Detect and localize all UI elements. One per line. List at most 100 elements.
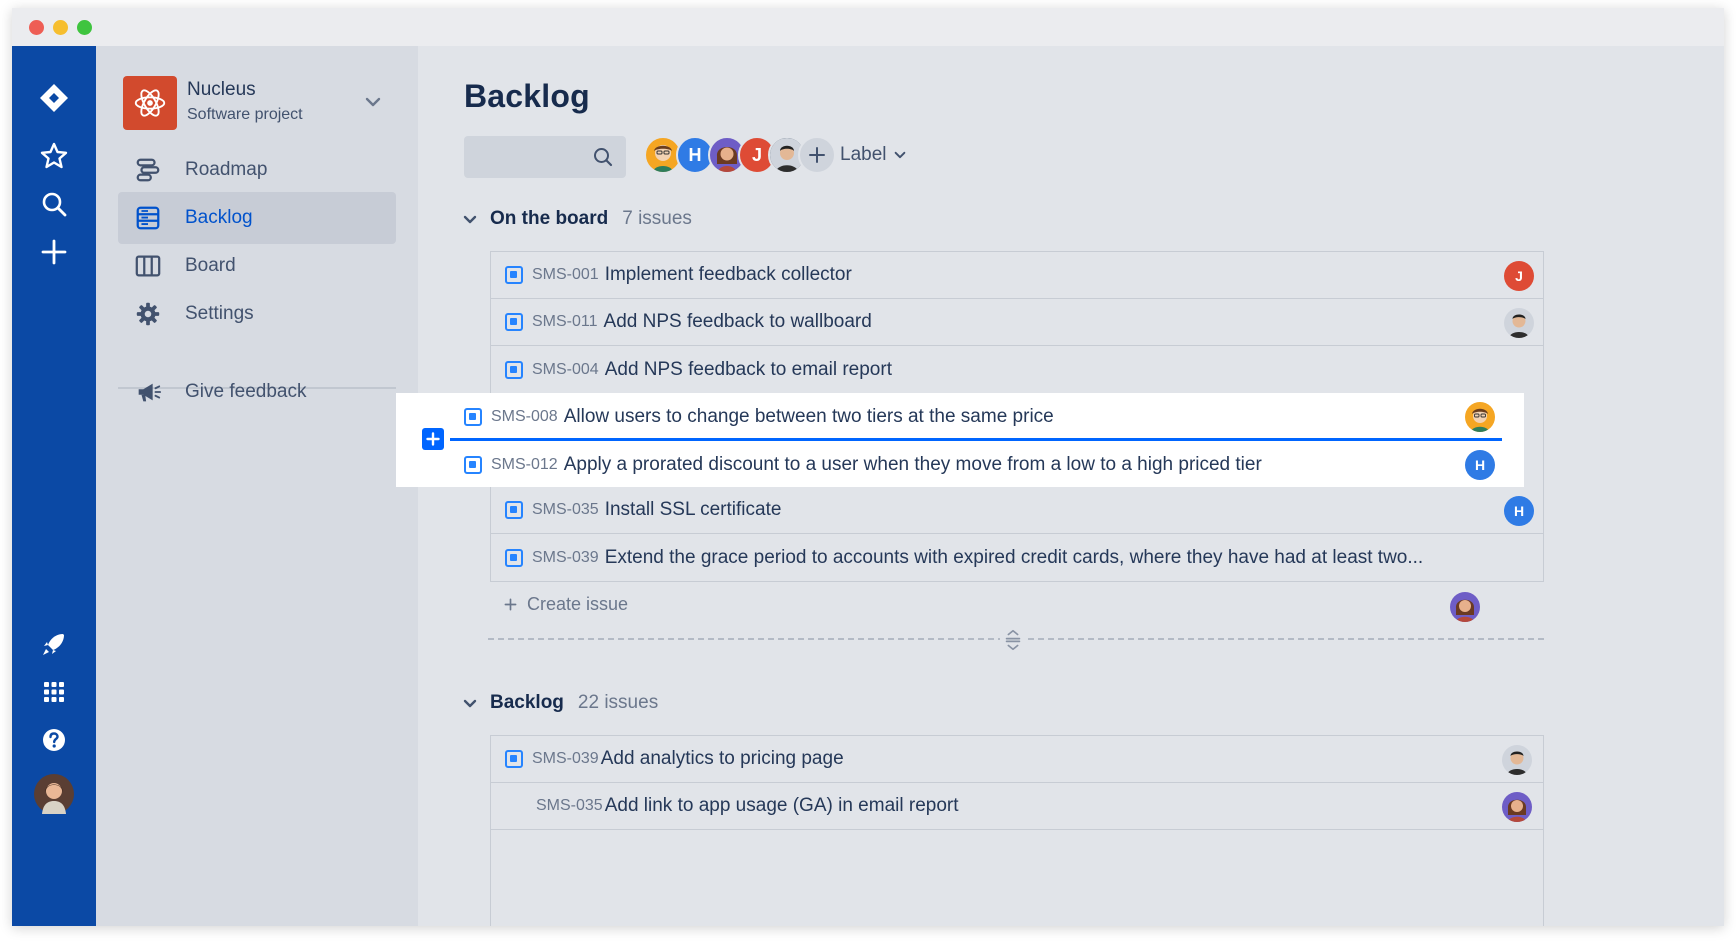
plus-icon [426, 432, 440, 446]
app-switcher-icon[interactable] [34, 672, 74, 712]
megaphone-icon [133, 377, 163, 407]
help-icon[interactable] [34, 720, 74, 760]
issue-row[interactable]: SMS-004 Add NPS feedback to email report [491, 346, 1543, 393]
window-titlebar [12, 8, 1724, 46]
assignee-avatar[interactable] [1502, 792, 1532, 822]
story-type-icon [505, 501, 523, 519]
issue-count: 7 issues [622, 208, 692, 229]
story-type-icon [505, 360, 523, 379]
issue-summary: Add analytics to pricing page [600, 748, 844, 769]
create-issue-label: Create issue [527, 594, 629, 614]
section-header-backlog[interactable]: Backlog 22 issues [460, 692, 658, 714]
user-avatar[interactable] [34, 774, 74, 814]
issue-key[interactable]: SMS-035 [532, 501, 599, 519]
chevron-down-icon[interactable] [460, 209, 480, 229]
assignee-avatar[interactable]: J [1504, 261, 1534, 291]
on-the-board-issue-list-continued: SMS-035 Install SSL certificate H SMS-03… [490, 487, 1544, 582]
sidebar-item-roadmap[interactable]: Roadmap [118, 144, 396, 196]
board-icon [133, 251, 163, 281]
chevron-down-icon[interactable] [361, 90, 385, 114]
issue-summary: Add NPS feedback to email report [604, 358, 892, 380]
section-title: On the board [490, 208, 609, 229]
roadmap-icon [133, 155, 163, 185]
issue-row[interactable]: SMS-035 Install SSL certificate H [491, 487, 1543, 534]
issue-count: 22 issues [577, 692, 659, 713]
rocket-icon[interactable] [34, 624, 74, 664]
project-sidebar: Nucleus Software project Roadmap Backlog [96, 46, 418, 926]
section-title: Backlog [490, 692, 564, 713]
backlog-icon [133, 203, 163, 233]
project-type: Software project [187, 106, 303, 123]
main-content: Backlog H J Label On the board 7 issues … [396, 46, 1724, 926]
label-filter-text: Label [840, 144, 887, 165]
sidebar-item-label: Give feedback [185, 381, 307, 402]
story-type-icon [464, 407, 482, 426]
backlog-issue-list: SMS-039 Add analytics to pricing page SM… [490, 735, 1544, 926]
issue-key[interactable]: SMS-011 [532, 313, 598, 331]
issue-key[interactable]: SMS-039 [532, 549, 599, 567]
search-input[interactable] [464, 136, 584, 178]
issue-key[interactable]: SMS-001 [532, 266, 599, 284]
maximize-window-button[interactable] [77, 20, 92, 35]
page-title: Backlog [464, 78, 590, 114]
issue-summary: Apply a prorated discount to a user when… [563, 453, 1262, 475]
assignee-avatar[interactable]: H [1504, 496, 1534, 526]
section-header-on-the-board[interactable]: On the board 7 issues [460, 208, 692, 230]
issue-row[interactable]: SMS-039 Add analytics to pricing page [491, 736, 1543, 783]
assignee-avatar[interactable] [1502, 745, 1532, 775]
gear-icon [133, 299, 163, 329]
assignee-avatar[interactable] [1504, 308, 1534, 338]
create-issue-assignee-avatar[interactable] [1450, 592, 1480, 622]
project-atom-icon [123, 76, 177, 130]
story-type-icon [505, 313, 523, 331]
issue-key[interactable]: SMS-004 [532, 361, 599, 379]
close-window-button[interactable] [29, 20, 44, 35]
star-icon[interactable] [34, 136, 74, 176]
add-people-button[interactable] [798, 136, 836, 174]
issue-key[interactable]: SMS-008 [491, 408, 558, 426]
search-field[interactable] [464, 136, 626, 178]
assignee-avatar[interactable] [1465, 402, 1495, 432]
resize-grip-icon[interactable] [1000, 626, 1026, 654]
issue-summary: Extend the grace period to accounts with… [604, 546, 1424, 568]
chevron-down-icon[interactable] [460, 693, 480, 713]
give-feedback-link[interactable]: Give feedback [118, 366, 396, 418]
issue-key[interactable]: SMS-012 [491, 456, 558, 474]
issue-key[interactable]: SMS-039 [532, 750, 599, 768]
create-issue-button[interactable]: Create issue [504, 594, 628, 615]
insert-issue-button[interactable] [422, 428, 444, 450]
issue-row[interactable]: SMS-012 Apply a prorated discount to a u… [450, 441, 1504, 488]
sidebar-item-settings[interactable]: Settings [118, 288, 396, 340]
plus-icon [504, 598, 517, 611]
sidebar-item-label: Settings [185, 303, 254, 324]
search-icon[interactable] [34, 184, 74, 224]
project-switcher[interactable]: Nucleus Software project [123, 76, 393, 132]
issue-key[interactable]: SMS-035 [536, 797, 603, 815]
app-window: Nucleus Software project Roadmap Backlog [12, 8, 1724, 926]
sidebar-item-label: Backlog [185, 207, 253, 228]
issue-summary: Install SSL certificate [604, 499, 782, 520]
sidebar-item-label: Roadmap [185, 159, 268, 180]
issue-summary: Implement feedback collector [604, 264, 852, 285]
story-type-icon [464, 455, 482, 474]
issue-row[interactable]: SMS-011 Add NPS feedback to wallboard [491, 299, 1543, 346]
jira-logo-icon[interactable] [34, 78, 74, 118]
issue-row[interactable]: SMS-039 Extend the grace period to accou… [491, 534, 1543, 581]
story-type-icon [505, 266, 523, 284]
label-filter-dropdown[interactable]: Label [840, 144, 907, 166]
issue-row[interactable]: SMS-001 Implement feedback collector J [491, 252, 1543, 299]
issue-row[interactable] [491, 830, 1543, 877]
issue-row-dragging[interactable]: SMS-008 Allow users to change between tw… [450, 393, 1504, 440]
assignee-avatar[interactable]: H [1465, 450, 1495, 480]
issue-row[interactable]: SMS-035 Add link to app usage (GA) in em… [491, 783, 1543, 830]
sidebar-item-backlog[interactable]: Backlog [118, 192, 396, 244]
drag-highlight: SMS-008 Allow users to change between tw… [396, 393, 1524, 487]
project-name: Nucleus [187, 79, 256, 100]
search-icon[interactable] [592, 146, 614, 168]
issue-summary: Add NPS feedback to wallboard [603, 311, 872, 332]
story-type-icon [505, 548, 523, 567]
create-icon[interactable] [34, 232, 74, 272]
issue-summary: Allow users to change between two tiers … [563, 405, 1054, 427]
sidebar-item-board[interactable]: Board [118, 240, 396, 292]
minimize-window-button[interactable] [53, 20, 68, 35]
